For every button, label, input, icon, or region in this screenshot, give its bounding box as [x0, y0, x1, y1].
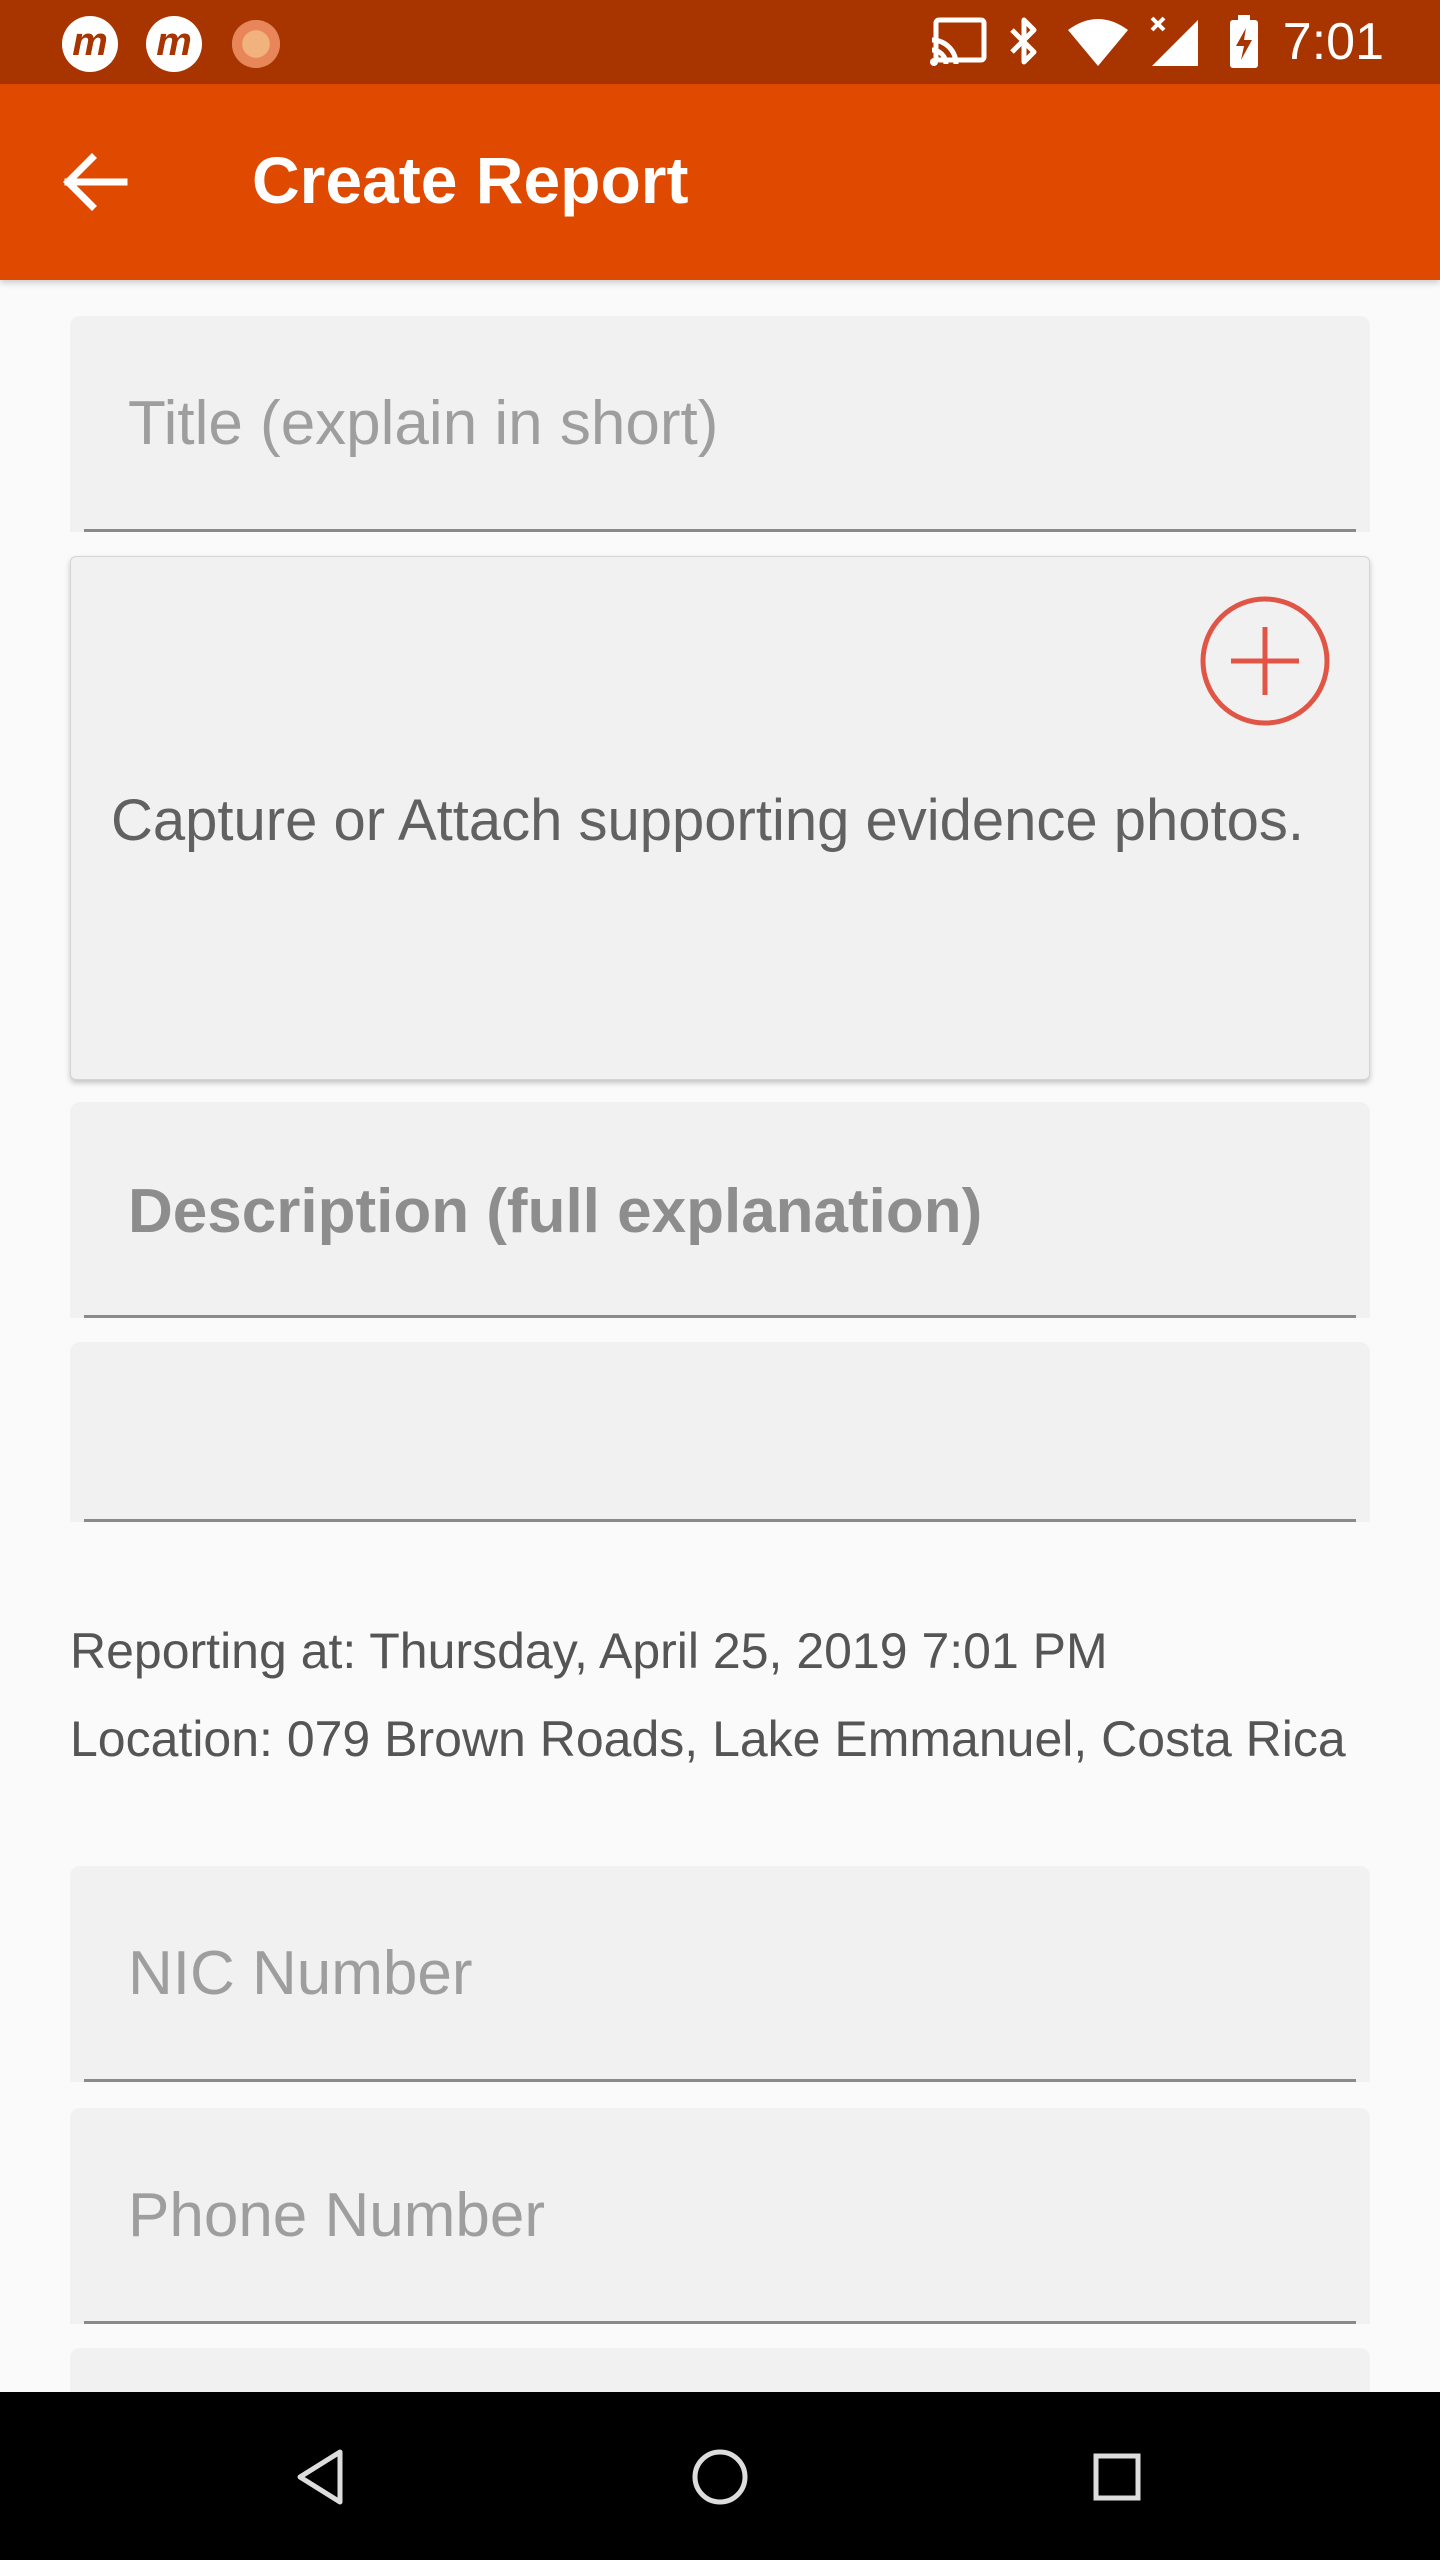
phone-number-input[interactable]: Phone Number	[70, 2108, 1370, 2324]
title-input[interactable]: Title (explain in short)	[70, 316, 1370, 532]
nic-number-input[interactable]: NIC Number	[70, 1866, 1370, 2082]
arrow-back-icon[interactable]	[40, 132, 150, 232]
text-area-underline	[84, 1519, 1356, 1522]
navigation-bar	[0, 2392, 1440, 2560]
app-m-icon: m	[146, 16, 202, 72]
evidence-photos-card[interactable]: Capture or Attach supporting evidence ph…	[70, 556, 1370, 1080]
reporting-at-text: Reporting at: Thursday, April 25, 2019 7…	[70, 1623, 1108, 1679]
page-title: Create Report	[252, 143, 689, 217]
signal-icon	[1150, 16, 1198, 66]
cast-icon	[930, 17, 987, 66]
app-toolbar: Create Report	[0, 84, 1440, 280]
back-triangle-icon[interactable]	[278, 2432, 368, 2522]
location-text: Location: 079 Brown Roads, Lake Emmanuel…	[70, 1711, 1346, 1767]
title-underline	[84, 529, 1356, 532]
photos-hint: Capture or Attach supporting evidence ph…	[111, 788, 1304, 853]
phone-placeholder: Phone Number	[128, 2181, 546, 2250]
battery-charging-icon	[1230, 15, 1258, 68]
description-input[interactable]: Description (full explanation)	[70, 1102, 1370, 1318]
description-text-area[interactable]	[70, 1342, 1370, 1522]
nic-underline	[84, 2079, 1356, 2082]
loader-icon	[232, 20, 280, 68]
app-m-icon: m	[62, 16, 118, 72]
wifi-icon	[1068, 19, 1128, 66]
plus-circle-icon[interactable]	[1197, 593, 1333, 729]
phone-underline	[84, 2321, 1356, 2324]
bluetooth-icon	[1010, 17, 1037, 65]
recents-square-icon[interactable]	[1072, 2432, 1162, 2522]
title-placeholder: Title (explain in short)	[128, 389, 719, 458]
description-placeholder: Description (full explanation)	[128, 1177, 983, 1246]
status-time: 7:01	[1282, 13, 1384, 71]
home-circle-icon[interactable]	[675, 2432, 765, 2522]
nic-placeholder: NIC Number	[128, 1939, 473, 2008]
description-underline	[84, 1315, 1356, 1318]
status-bar: m m 7:01	[0, 0, 1440, 84]
